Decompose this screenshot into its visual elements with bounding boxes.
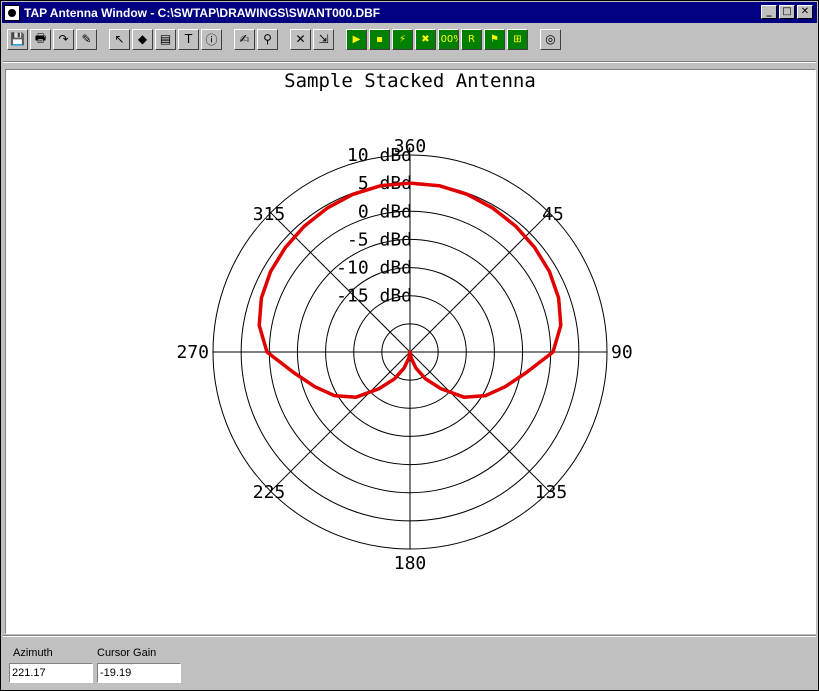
close-button[interactable]: ✕: [797, 5, 813, 19]
zoom-100-icon: 100%: [439, 33, 458, 45]
r-button[interactable]: R: [461, 28, 482, 50]
azimuth-label: Azimuth: [13, 647, 53, 659]
radial-label: 0 dBd: [358, 201, 412, 222]
save-icon: 💾: [10, 32, 25, 46]
angle-label-90: 90: [611, 342, 633, 363]
cursor-gain-field[interactable]: -19.19: [97, 663, 181, 683]
import-icon: ⇲: [318, 32, 329, 46]
angle-label-225: 225: [253, 482, 286, 503]
redo-button[interactable]: ↷: [53, 28, 74, 50]
print-icon: 🖶: [34, 30, 47, 45]
text-icon: T: [184, 32, 193, 46]
toolbar-divider: [3, 61, 816, 63]
chart-title: Sample Stacked Antenna: [284, 70, 536, 92]
info-button[interactable]: ⓘ: [201, 28, 222, 50]
fill-button[interactable]: ◆: [132, 28, 153, 50]
r-icon: R: [468, 33, 475, 45]
save-button[interactable]: 💾: [7, 28, 28, 50]
edit-icon: ✎: [81, 32, 92, 46]
angle-label-360: 360: [394, 136, 427, 157]
app-icon[interactable]: [4, 4, 20, 21]
angle-label-45: 45: [542, 204, 564, 225]
wand-icon: ⚡: [398, 33, 407, 45]
window-title: TAP Antenna Window - C:\SWTAP\DRAWINGS\S…: [24, 5, 381, 20]
grid-button[interactable]: ⊞: [507, 28, 528, 50]
mark-icon: ✖: [421, 33, 430, 45]
wand-button[interactable]: ⚡: [392, 28, 413, 50]
sign-icon: ✍: [239, 32, 250, 46]
cursor-gain-label: Cursor Gain: [97, 647, 157, 659]
radial-label: -5 dBd: [347, 229, 412, 250]
print-button[interactable]: 🖶: [30, 28, 51, 50]
antenna-window: TAP Antenna Window - C:\SWTAP\DRAWINGS\S…: [0, 0, 819, 691]
zoom-100-button[interactable]: 100%: [438, 28, 459, 50]
edit-button[interactable]: ✎: [76, 28, 97, 50]
toolbar: 💾 🖶 ↷ ✎ ↖ ◆ ▤ Tⓘ ✍ ⚲ ✕ ⇲ ▶ ▪ ⚡ ✖ 100% R ⚑ ⊞ ◎: [3, 25, 816, 53]
search-icon: ⚲: [263, 32, 272, 46]
pointer-icon: ↖: [114, 32, 125, 46]
angle-label-315: 315: [253, 204, 286, 225]
pointer-button[interactable]: ↖: [109, 28, 130, 50]
angle-label-180: 180: [394, 553, 427, 574]
radial-label: -15 dBd: [336, 286, 412, 307]
flag-button[interactable]: ⚑: [484, 28, 505, 50]
angle-label-135: 135: [535, 482, 568, 503]
sign-button[interactable]: ✍: [234, 28, 255, 50]
window-controls: _ □ ✕: [761, 5, 813, 19]
info-icon: ⓘ: [205, 32, 218, 47]
polar-chart: Sample Stacked Antenna10 dBd5 dBd0 dBd-5…: [176, 70, 633, 574]
plot-area[interactable]: Sample Stacked Antenna 10 dBd 5 dBd 0 dBd -5…: [5, 69, 816, 634]
dot-button[interactable]: ▪: [369, 28, 390, 50]
flag-icon: ⚑: [490, 33, 499, 45]
document-icon: ▤: [159, 32, 172, 46]
grid-icon: ⊞: [513, 33, 522, 45]
redo-icon: ↷: [58, 32, 69, 46]
angle-label-270: 270: [176, 342, 209, 363]
target-button[interactable]: ◎: [540, 28, 561, 50]
radial-label: -10 dBd: [336, 258, 412, 279]
delete-icon: ✕: [295, 32, 306, 46]
import-button[interactable]: ⇲: [313, 28, 334, 50]
dot-icon: ▪: [376, 33, 383, 45]
status-bar: Azimuth 221.17 Cursor Gain -19.19: [5, 637, 816, 689]
play-button[interactable]: ▶: [346, 28, 367, 50]
target-icon: ◎: [545, 32, 556, 46]
mark-button[interactable]: ✖: [415, 28, 436, 50]
search-button[interactable]: ⚲: [257, 28, 278, 50]
delete-button[interactable]: ✕: [290, 28, 311, 50]
document-button[interactable]: ▤: [155, 28, 176, 50]
azimuth-field[interactable]: 221.17: [9, 663, 93, 683]
fill-icon: ◆: [137, 32, 148, 46]
play-icon: ▶: [352, 33, 361, 45]
minimize-button[interactable]: _: [761, 5, 777, 19]
maximize-button[interactable]: □: [779, 5, 795, 19]
title-bar[interactable]: TAP Antenna Window - C:\SWTAP\DRAWINGS\S…: [2, 2, 817, 23]
spoke-45: [409, 212, 550, 353]
text-button[interactable]: T: [178, 28, 199, 50]
